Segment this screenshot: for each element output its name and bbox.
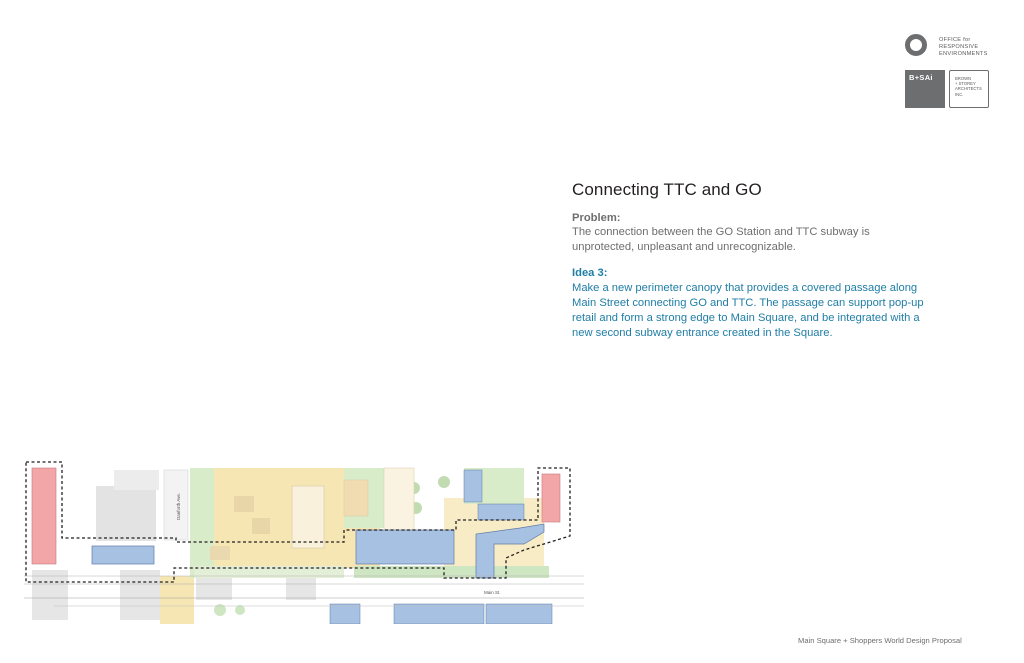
ore-logo-text: OFFICE for RESPONSIVE ENVIRONMENTS — [939, 37, 988, 58]
bsa-logo: BROWN + STOREY ARCHITECTS INC. — [949, 70, 989, 108]
footer-caption: Main Square + Shoppers World Design Prop… — [798, 636, 962, 645]
canopy-west — [91, 545, 155, 565]
slide-title: Connecting TTC and GO — [572, 180, 762, 199]
logo: OFFICE for RESPONSIVE ENVIRONMENTS B+SAi… — [905, 34, 995, 109]
tree — [235, 605, 245, 615]
site-plan: Danforth Ave. Main St. — [24, 458, 584, 624]
station-building-west — [31, 467, 57, 565]
canopy-centre — [355, 529, 455, 565]
building-block — [252, 518, 270, 534]
danforth-ave-label: Danforth Ave. — [176, 493, 181, 520]
tree — [438, 476, 450, 488]
problem-body: The connection between the GO Station an… — [572, 226, 870, 253]
building-block — [96, 486, 156, 541]
building-block — [291, 485, 325, 549]
building-block — [343, 479, 369, 517]
ore-line-2: RESPONSIVE — [939, 44, 979, 50]
problem-heading: Problem: — [572, 212, 621, 224]
building-block — [234, 496, 254, 512]
station-building-east — [541, 473, 561, 523]
canopy-north — [477, 503, 525, 521]
building-block — [32, 570, 68, 620]
bsai-logo: B+SAi — [905, 70, 945, 108]
ore-line-1: OFFICE for — [939, 37, 971, 43]
bsa-line-4: INC. — [955, 91, 964, 97]
canopy-south — [329, 603, 361, 624]
building-block — [383, 467, 415, 531]
building-block — [114, 470, 159, 490]
ore-ring-logo — [905, 34, 927, 56]
bsa-logo-text: BROWN + STOREY ARCHITECTS INC. — [955, 76, 982, 97]
canopy-north — [463, 469, 483, 503]
park-area — [190, 468, 214, 578]
idea-body: Make a new perimeter canopy that provide… — [572, 282, 924, 339]
ore-line-3: ENVIRONMENTS — [939, 51, 988, 57]
building-block — [120, 570, 160, 620]
plaza-area — [160, 576, 194, 624]
bsai-label: B+SAi — [909, 73, 933, 82]
canopy-south — [485, 603, 553, 624]
canopy-south — [393, 603, 485, 624]
site-plan-drawing: Danforth Ave. Main St. — [24, 461, 584, 624]
idea-heading: Idea 3: — [572, 267, 608, 279]
bsa-line-3: ARCHITECTS — [955, 86, 982, 92]
main-st-label: Main St. — [484, 590, 501, 595]
building-block — [210, 546, 230, 560]
